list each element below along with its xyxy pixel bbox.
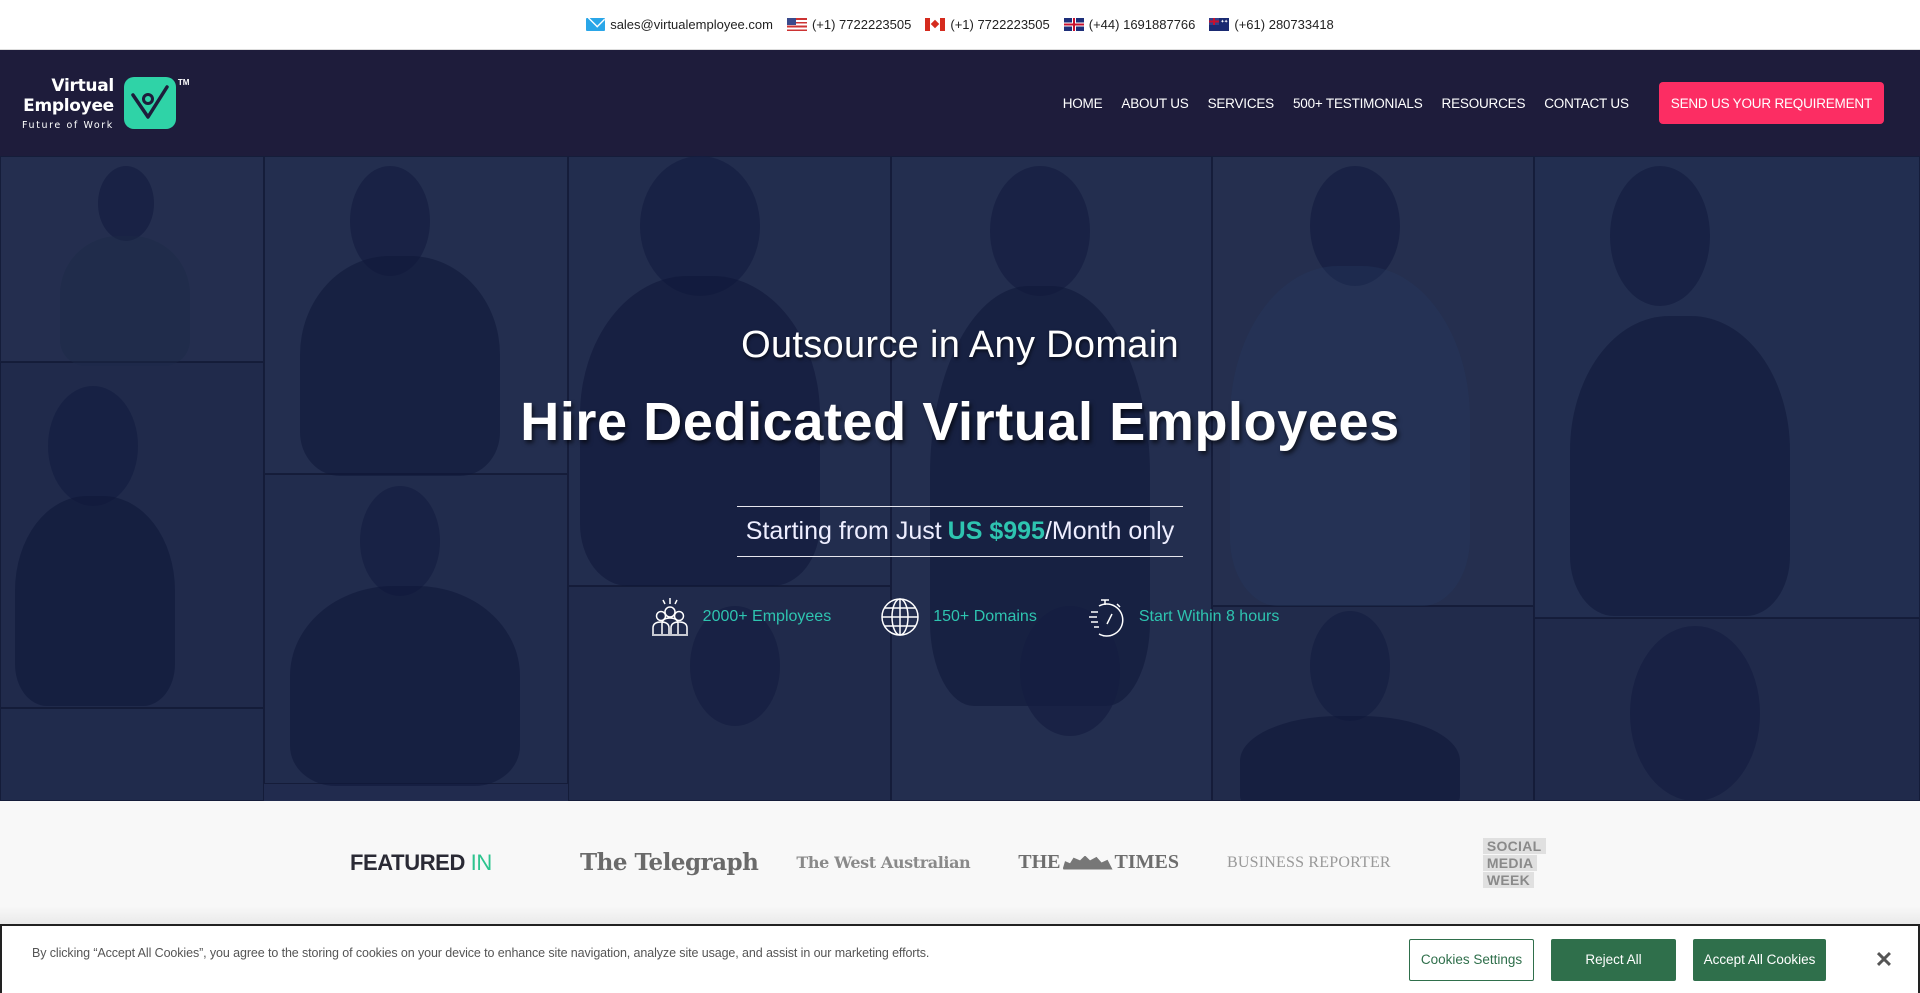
phone-ca[interactable]: (+1) 7722223505 xyxy=(925,17,1050,32)
logo-tagline: Future of Work xyxy=(22,119,114,131)
smw-line: MEDIA xyxy=(1482,854,1538,871)
cookies-settings-button[interactable]: Cookies Settings xyxy=(1409,938,1534,981)
featured-title-accent: IN xyxy=(470,849,493,875)
nav-resources[interactable]: RESOURCES xyxy=(1442,96,1526,111)
main-navigation: Virtual Employee Future of Work TM HOME … xyxy=(0,50,1920,156)
stat-label: Start Within 8 hours xyxy=(1138,608,1280,625)
nav-home[interactable]: HOME xyxy=(1063,96,1103,111)
phone-number[interactable]: (+1) 7722223505 xyxy=(812,17,911,32)
phone-au[interactable]: (+61) 280733418 xyxy=(1209,17,1334,32)
smw-line: WEEK xyxy=(1482,871,1535,888)
team-icon xyxy=(649,596,691,638)
phone-uk[interactable]: (+44) 1691887766 xyxy=(1063,17,1196,32)
social-media-week-logo: SOCIAL MEDIA WEEK xyxy=(1482,837,1546,888)
stat-domains: 150+ Domains xyxy=(879,596,1037,638)
mail-icon xyxy=(586,18,606,31)
phone-us[interactable]: (+1) 7722223505 xyxy=(786,17,911,32)
stopwatch-icon xyxy=(1085,596,1127,638)
times-crest-icon xyxy=(1062,855,1113,870)
australia-flag-icon xyxy=(1209,18,1230,31)
the-times-logo: THE TIMES xyxy=(1018,851,1179,874)
logo-line1: Virtual xyxy=(51,75,114,96)
phone-number[interactable]: (+61) 280733418 xyxy=(1234,17,1333,32)
nav-testimonials[interactable]: 500+ TESTIMONIALS xyxy=(1293,96,1423,111)
nav-services[interactable]: SERVICES xyxy=(1208,96,1275,111)
canada-flag-icon xyxy=(925,18,946,31)
times-word-the: THE xyxy=(1018,851,1061,873)
press-logos: The Telegraph The West Australian THE TI… xyxy=(580,837,1546,888)
cookie-actions: Cookies Settings Reject All Accept All C… xyxy=(1409,938,1826,981)
cookie-message: By clicking “Accept All Cookies”, you ag… xyxy=(32,945,930,960)
uk-flag-icon xyxy=(1063,18,1084,31)
nav-contact-us[interactable]: CONTACT US xyxy=(1544,96,1629,111)
telegraph-logo: The Telegraph xyxy=(580,849,759,876)
hero-overlay xyxy=(0,156,1920,801)
price-prefix: Starting from Just xyxy=(745,517,942,545)
featured-title: FEATURED IN xyxy=(350,850,580,876)
cookie-consent-banner: By clicking “Accept All Cookies”, you ag… xyxy=(0,924,1920,993)
phone-number[interactable]: (+44) 1691887766 xyxy=(1089,17,1196,32)
price-value: US $995 xyxy=(947,517,1045,545)
west-australian-logo: The West Australian xyxy=(796,853,971,872)
trademark: TM xyxy=(177,77,190,87)
stat-label: 150+ Domains xyxy=(933,608,1037,625)
globe-icon xyxy=(879,596,921,638)
business-reporter-logo: BUSINESS REPORTER xyxy=(1227,853,1391,871)
hero-banner: Outsource in Any Domain Hire Dedicated V… xyxy=(0,156,1920,801)
logo-check-icon xyxy=(123,77,176,129)
featured-title-main: FEATURED xyxy=(350,849,465,875)
price-suffix: /Month only xyxy=(1044,517,1175,545)
hero-subtitle: Outsource in Any Domain xyxy=(741,324,1179,366)
times-word-times: TIMES xyxy=(1114,851,1179,873)
logo[interactable]: Virtual Employee Future of Work TM xyxy=(22,76,189,131)
phone-number[interactable]: (+1) 7722223505 xyxy=(950,17,1049,32)
featured-in-section: FEATURED IN The Telegraph The West Austr… xyxy=(0,801,1920,924)
us-flag-icon xyxy=(786,18,807,31)
smw-line: SOCIAL xyxy=(1482,837,1546,854)
nav-menu: HOME ABOUT US SERVICES 500+ TESTIMONIALS… xyxy=(1063,82,1884,124)
contact-bar: sales@virtualemployee.com (+1) 772222350… xyxy=(0,0,1920,50)
send-requirement-button[interactable]: SEND US YOUR REQUIREMENT xyxy=(1658,82,1884,124)
hero-stats: 2000+ Employees 150+ Domains Start Withi… xyxy=(0,596,1920,638)
nav-about-us[interactable]: ABOUT US xyxy=(1121,96,1188,111)
logo-line2: Employee xyxy=(23,95,114,116)
stat-employees: 2000+ Employees xyxy=(649,596,832,638)
email-contact[interactable]: sales@virtualemployee.com xyxy=(586,17,773,32)
reject-all-button[interactable]: Reject All xyxy=(1551,938,1676,981)
close-icon[interactable]: ✕ xyxy=(1874,947,1894,973)
accept-all-cookies-button[interactable]: Accept All Cookies xyxy=(1693,938,1826,981)
logo-wordmark: Virtual Employee Future of Work xyxy=(22,76,114,131)
stat-start-time: Start Within 8 hours xyxy=(1085,596,1280,638)
stat-label: 2000+ Employees xyxy=(702,608,832,625)
hero-title: Hire Dedicated Virtual Employees xyxy=(520,392,1400,452)
email-link[interactable]: sales@virtualemployee.com xyxy=(610,17,773,32)
price-banner: Starting from Just US $995 /Month only xyxy=(737,506,1183,557)
